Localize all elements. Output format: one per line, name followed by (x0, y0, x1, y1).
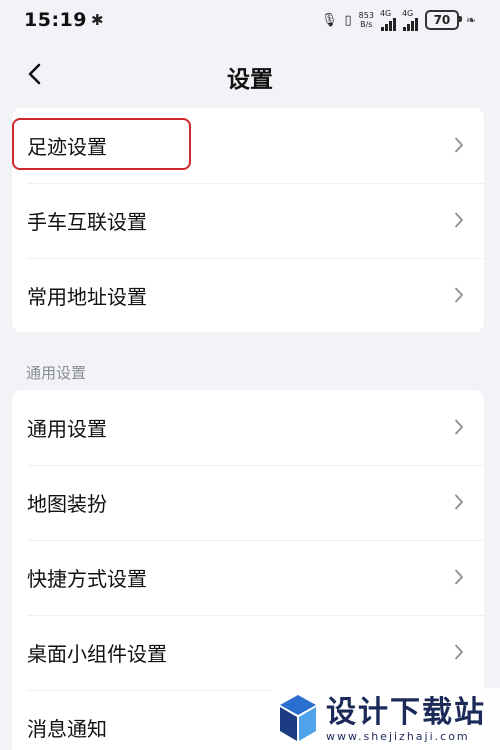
widget-settings-row[interactable]: 桌面小组件设置 (12, 615, 484, 690)
car-connect-settings-row[interactable]: 手车互联设置 (12, 183, 484, 258)
row-label: 通用设置 (27, 417, 107, 441)
network-speed-value: 853 (358, 11, 374, 20)
network-speed: 853 B/s (359, 11, 374, 29)
signal-1-label: 4G (379, 8, 392, 18)
signal-2-label: 4G (401, 8, 414, 18)
row-label: 桌面小组件设置 (27, 642, 167, 666)
chevron-right-icon (455, 137, 463, 153)
status-right: 🎙 ▯ 853 B/s 4G 4G 70 ❧ (320, 8, 476, 31)
watermark-text: 设计下载站 www.shejizhaji.com (326, 694, 486, 743)
page-title: 设置 (227, 67, 273, 93)
network-speed-unit: B/s (360, 20, 373, 29)
common-address-settings-row[interactable]: 常用地址设置 (12, 258, 484, 332)
highlight-annotation-box (12, 118, 191, 170)
chevron-right-icon (455, 644, 463, 660)
general-settings-row[interactable]: 通用设置 (12, 390, 484, 465)
map-skin-row[interactable]: 地图装扮 (12, 465, 484, 540)
chevron-right-icon (455, 212, 463, 228)
row-label: 地图装扮 (27, 492, 107, 516)
watermark-url: www.shejizhaji.com (326, 729, 470, 743)
leaf-icon: ❧ (465, 13, 476, 27)
watermark-logo-icon (280, 695, 316, 741)
shortcut-settings-row[interactable]: 快捷方式设置 (12, 540, 484, 615)
chevron-right-icon (455, 494, 463, 510)
bluetooth-icon: ✱ (90, 11, 104, 29)
chevron-right-icon (455, 419, 463, 435)
battery-level: 70 (433, 13, 451, 27)
status-bar: 15:19 ✱ 🎙 ▯ 853 B/s 4G 4G 70 ❧ (0, 0, 500, 40)
row-label: 快捷方式设置 (27, 567, 147, 591)
microphone-icon: 🎙 (320, 12, 338, 28)
nav-bar: 设置 (0, 46, 500, 102)
row-label: 手车互联设置 (27, 210, 147, 234)
vibrate-icon: ▯ (344, 12, 352, 28)
status-left: 15:19 ✱ (24, 9, 104, 31)
signal-icon-1: 4G (379, 8, 396, 31)
watermark: 设计下载站 www.shejizhaji.com (272, 688, 500, 750)
row-label: 消息通知 (27, 717, 107, 741)
battery-icon: 70 (424, 10, 462, 30)
watermark-title: 设计下载站 (326, 694, 486, 730)
status-time: 15:19 (24, 9, 87, 31)
chevron-right-icon (455, 569, 463, 585)
signal-icon-2: 4G (401, 8, 418, 31)
section-header-general: 通用设置 (26, 364, 87, 382)
chevron-right-icon (455, 287, 463, 303)
row-label: 常用地址设置 (27, 285, 147, 309)
